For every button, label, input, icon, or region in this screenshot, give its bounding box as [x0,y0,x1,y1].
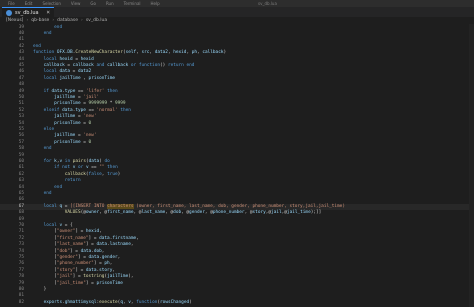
menu-bar: File Edit Selection View Go Run Terminal Help [8,0,160,7]
breadcrumb-item[interactable]: database [57,18,78,23]
tab-label: sv_db.lua [15,9,39,16]
menu-item-help[interactable]: Help [151,0,160,7]
window-title: sv_db.lua [258,1,277,6]
breadcrumb: [Nexus] › qb-base › database › sv_db.lua [0,17,474,24]
menu-item-file[interactable]: File [8,0,15,7]
code-editor[interactable]: 39 end 40 end 41 42 end 43 function OFX.DB.Cre… [0,24,474,307]
menu-item-edit[interactable]: Edit [25,0,33,7]
close-icon[interactable]: × [46,9,54,16]
lua-file-icon [6,9,12,16]
editor-tab[interactable]: sv_db.lua × [2,7,54,17]
line-number: 82 [18,299,24,305]
menu-item-selection[interactable]: Selection [42,0,60,7]
title-bar: File Edit Selection View Go Run Terminal Help s… [0,0,474,7]
menu-item-go[interactable]: Go [90,0,96,7]
chevron-right-icon: › [52,18,55,23]
menu-item-terminal[interactable]: Terminal [124,0,141,7]
breadcrumb-item[interactable]: [Nexus] [6,18,23,23]
menu-item-run[interactable]: Run [106,0,114,7]
editor-scrollbar[interactable] [469,24,474,307]
line-text: exports.ghmattimysql:execute(q, v, funct… [43,299,192,305]
tab-bar: sv_db.lua × [0,7,474,17]
chevron-right-icon: › [81,18,83,23]
menu-item-view[interactable]: View [71,0,81,7]
breadcrumb-item[interactable]: qb-base [31,18,49,23]
code-line[interactable]: 82 exports.ghmattimysql:execute(q, v, fu… [0,300,474,306]
chevron-right-icon: › [26,18,29,23]
breadcrumb-item[interactable]: sv_db.lua [86,18,107,23]
